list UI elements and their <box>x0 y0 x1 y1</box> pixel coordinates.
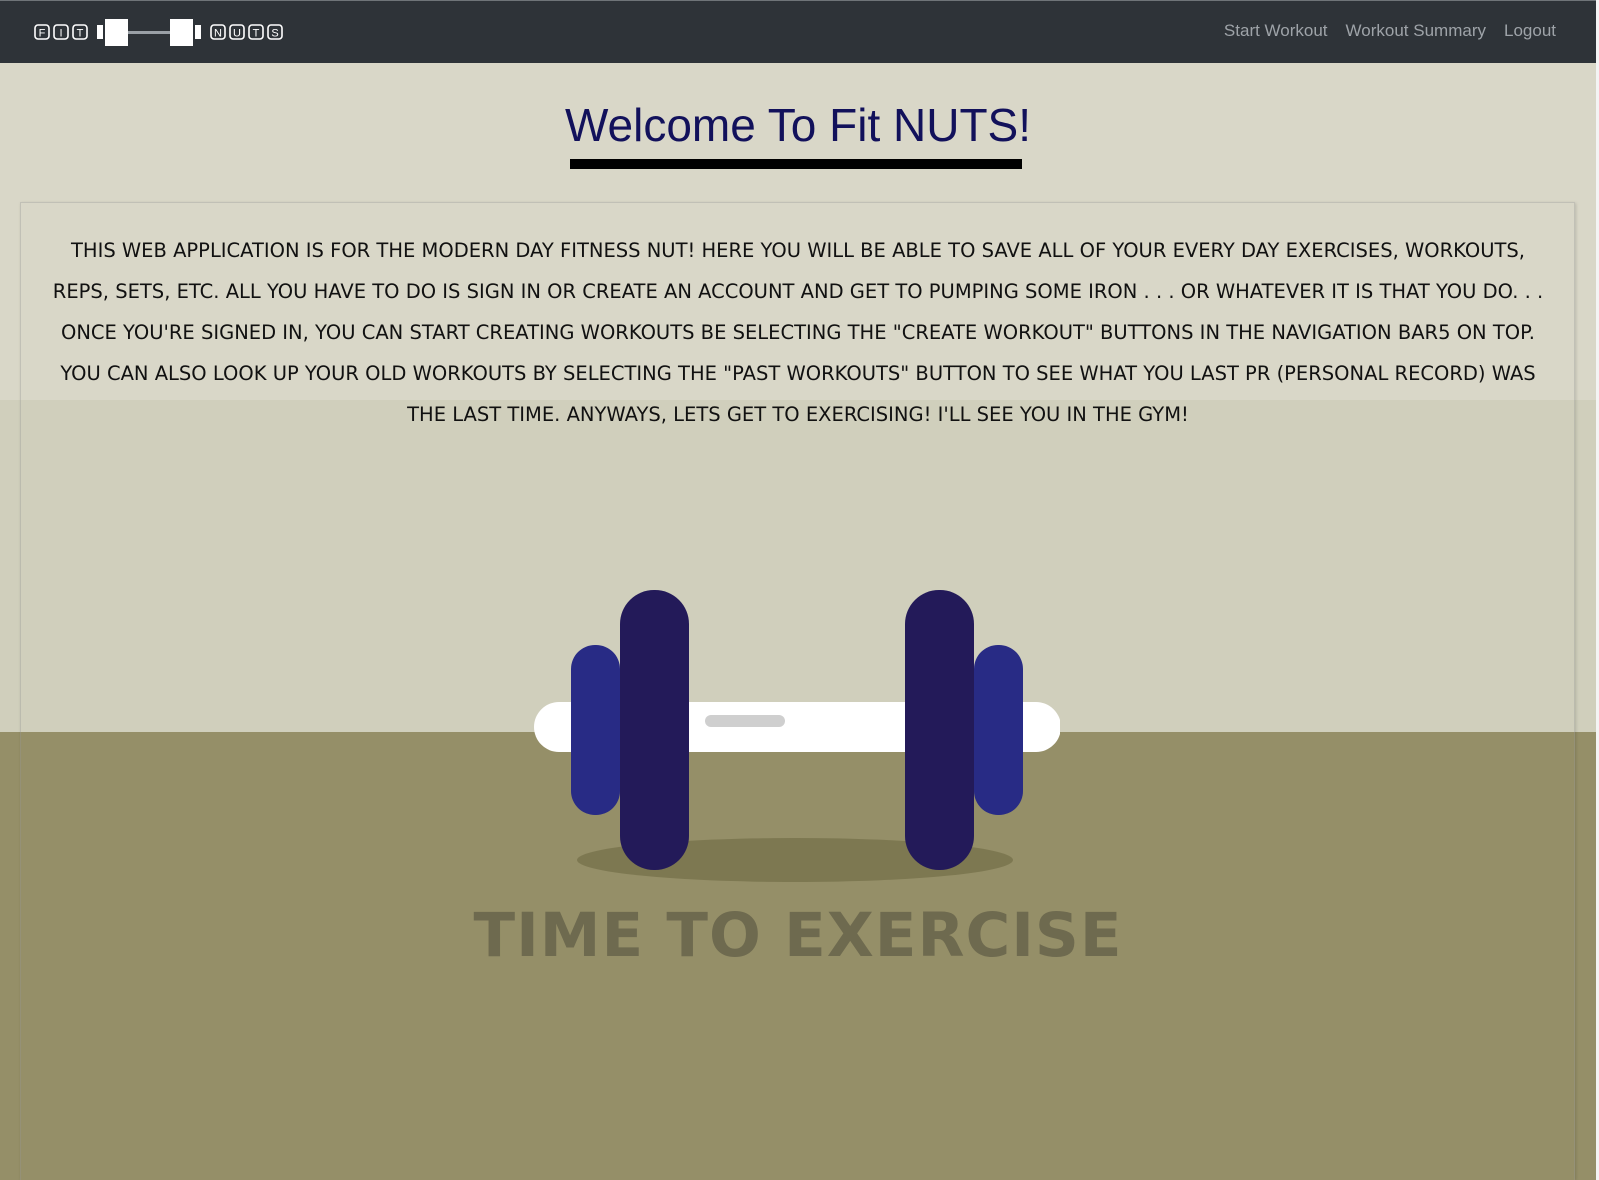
logo-letter: T <box>253 28 260 40</box>
logo-right-collar <box>195 25 201 39</box>
right-inner-plate <box>905 590 974 870</box>
left-inner-plate <box>620 590 689 870</box>
logo-letter: F <box>39 28 46 40</box>
nav-links: Start Workout Workout Summary Logout <box>1224 21 1556 41</box>
dumbbell-illustration <box>534 590 1060 882</box>
bar-grip <box>705 715 785 727</box>
page-title: Welcome To Fit NUTS! <box>564 99 1032 151</box>
brand-logo[interactable]: F I T N U T S <box>34 19 286 49</box>
logo-left-collar <box>97 25 103 39</box>
intro-text: This web application is for the modern d… <box>52 239 1544 426</box>
dumbbell-logo-icon: F I T N U T S <box>34 19 283 46</box>
page-background: Welcome To Fit NUTS! This web applicatio… <box>0 0 1596 1180</box>
logo-letter: U <box>233 28 241 40</box>
nav-workout-summary[interactable]: Workout Summary <box>1346 21 1486 41</box>
logo-letter: I <box>59 28 62 40</box>
logo-letter: S <box>271 28 278 40</box>
brand-right-letters: N U T S <box>210 24 283 40</box>
left-outer-plate <box>571 645 620 815</box>
nav-start-workout[interactable]: Start Workout <box>1224 21 1328 41</box>
logo-right-plate <box>170 19 193 46</box>
logo-letter: N <box>214 28 222 40</box>
top-navbar: F I T N U T S Start Workout Workout Summ… <box>0 0 1596 63</box>
illustration-tagline: TIME TO EXERCISE <box>473 900 1123 971</box>
brand-left-letters: F I T <box>34 24 88 40</box>
logo-left-plate <box>105 19 128 46</box>
title-underline <box>570 159 1022 169</box>
right-outer-plate <box>974 645 1023 815</box>
logo-letter: T <box>77 28 84 40</box>
logo-bar <box>128 31 170 34</box>
nav-logout[interactable]: Logout <box>1504 21 1556 41</box>
